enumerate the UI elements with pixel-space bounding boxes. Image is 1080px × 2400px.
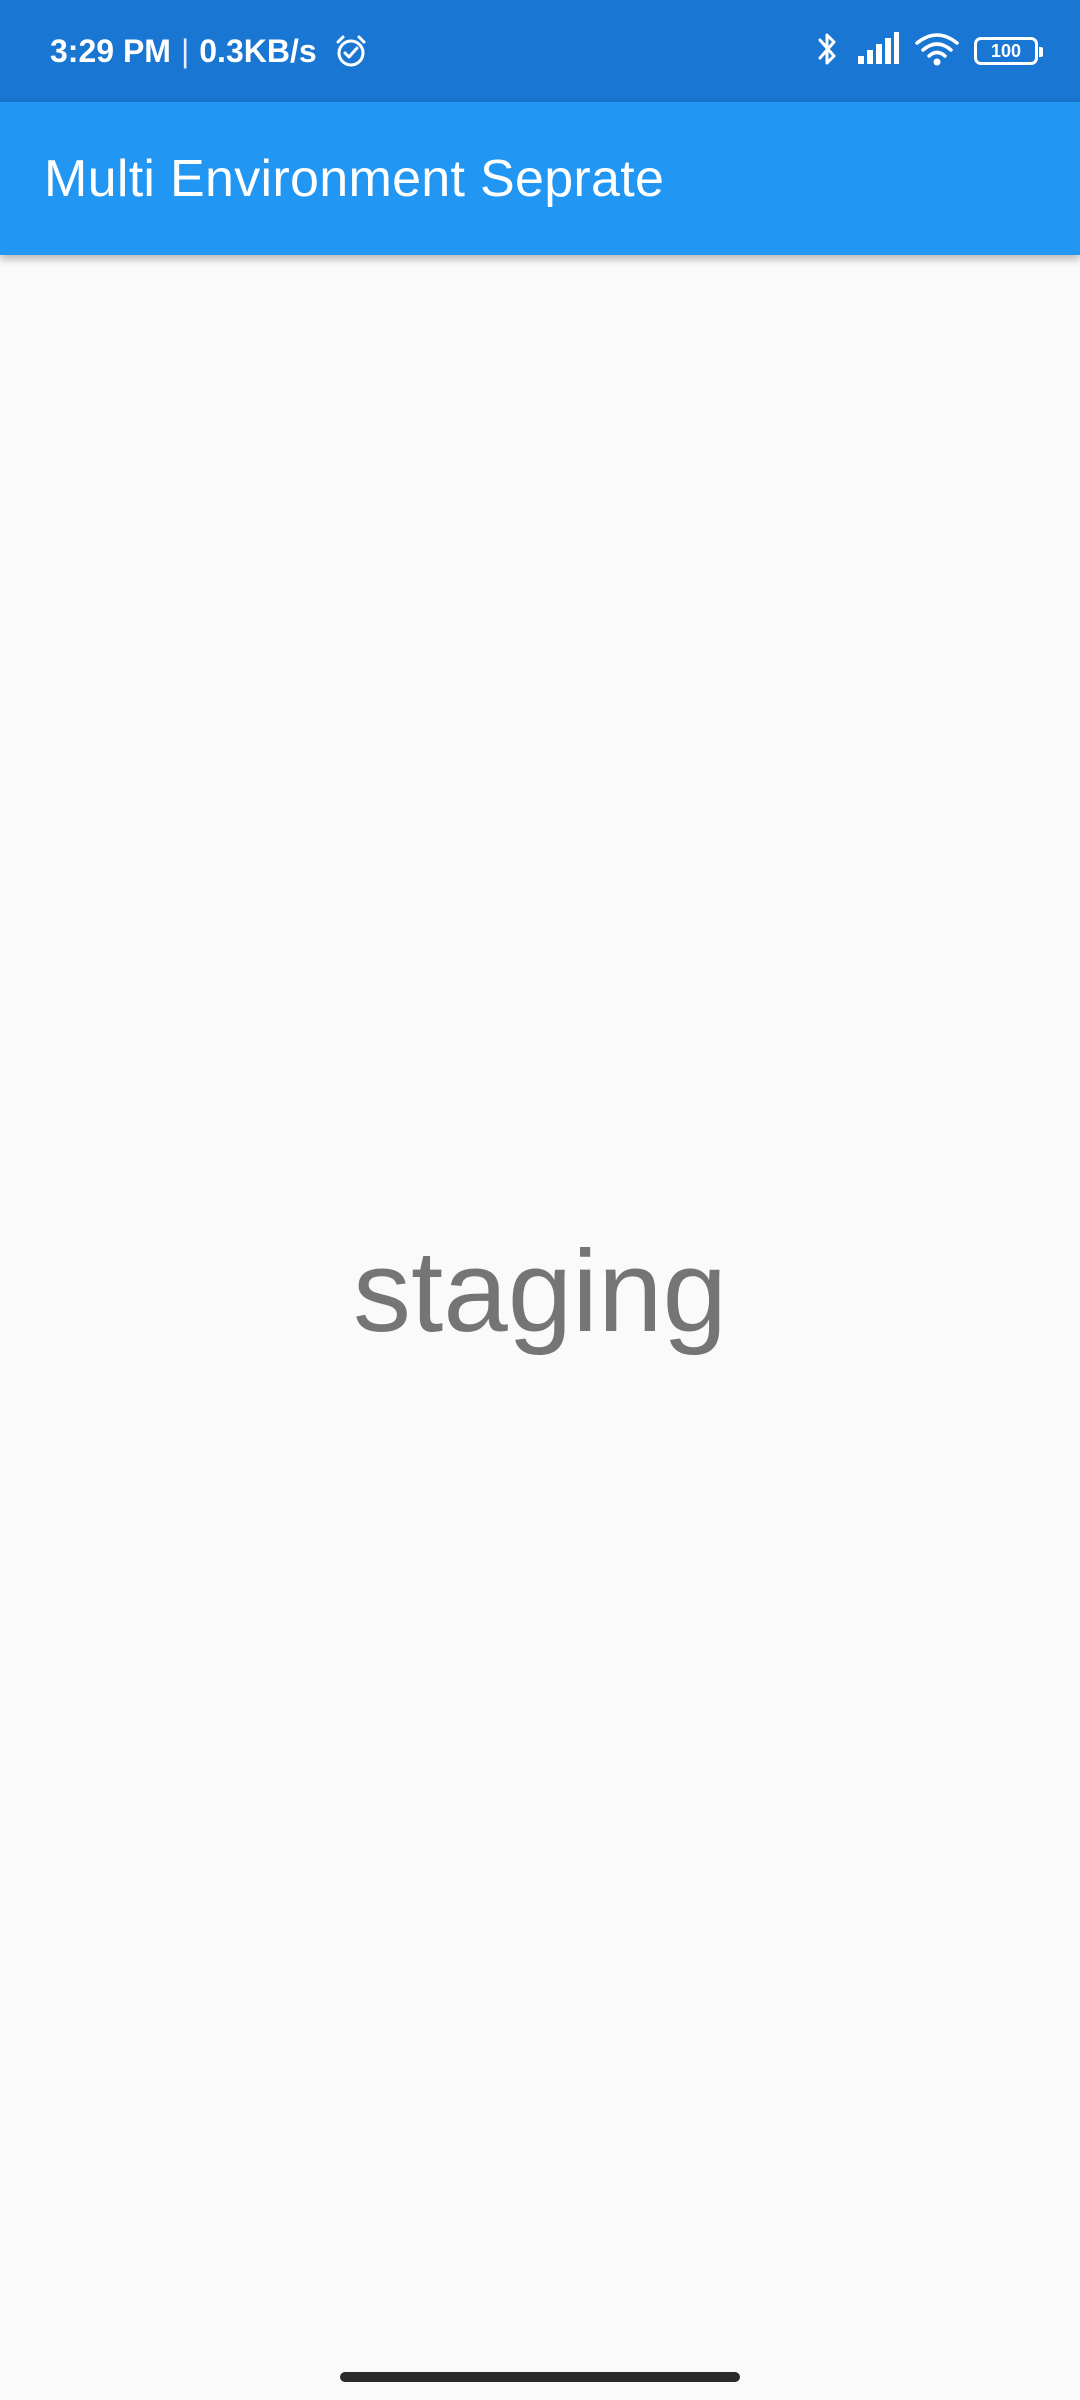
wifi-icon xyxy=(914,31,960,72)
alarm-icon xyxy=(333,33,369,69)
status-bar-right: 100 xyxy=(812,0,1043,102)
main-content: staging xyxy=(0,255,1080,2355)
home-indicator[interactable] xyxy=(340,2372,740,2382)
battery-level: 100 xyxy=(990,40,1022,61)
environment-label: staging xyxy=(352,1226,728,1356)
bluetooth-icon xyxy=(812,30,842,73)
battery-icon: 100 xyxy=(974,37,1043,65)
app-bar: Multi Environment Seprate xyxy=(0,102,1080,255)
status-bar-left: 3:29 PM | 0.3KB/s xyxy=(50,0,369,102)
signal-icon xyxy=(856,31,900,71)
status-time: 3:29 PM xyxy=(50,32,171,69)
status-bar: 3:29 PM | 0.3KB/s 100 xyxy=(0,0,1080,102)
status-separator: | xyxy=(180,32,190,69)
network-speed: 0.3KB/s xyxy=(199,32,317,69)
app-title: Multi Environment Seprate xyxy=(44,149,665,208)
